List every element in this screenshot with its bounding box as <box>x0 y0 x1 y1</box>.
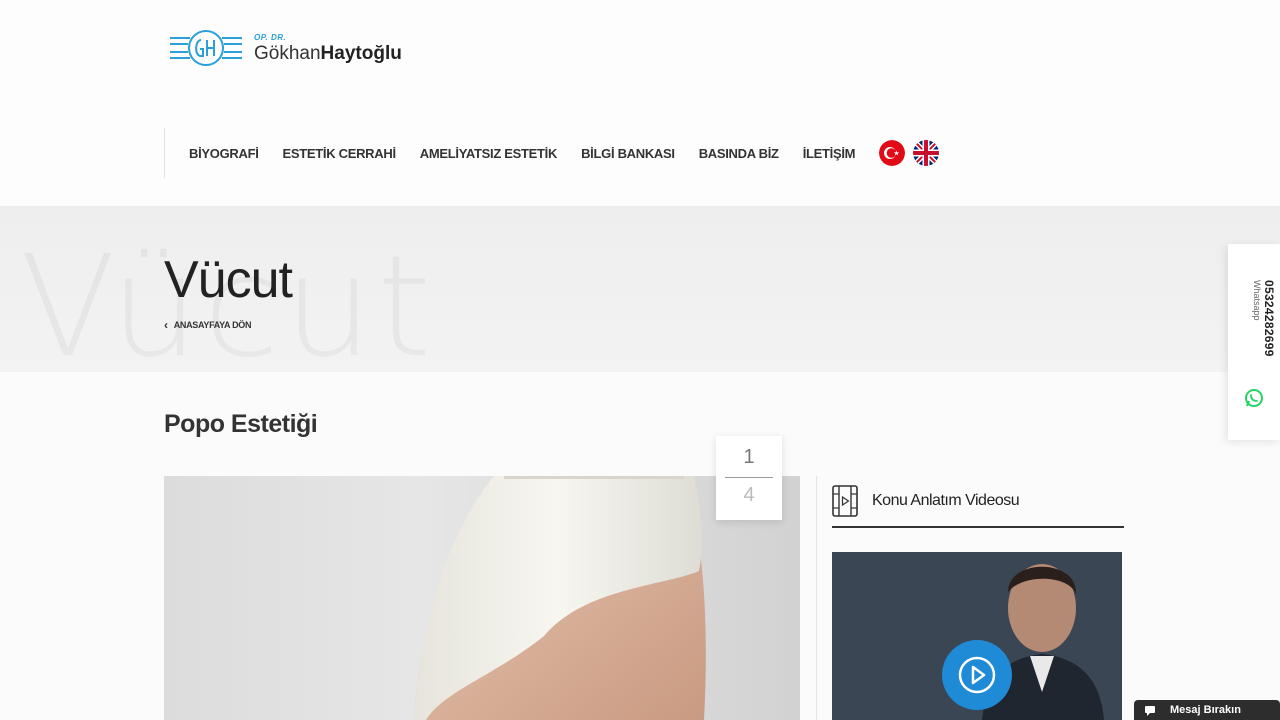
video-section-header: Konu Anlatım Videosu <box>832 476 1124 528</box>
message-icon <box>1145 706 1155 716</box>
leave-message-tab[interactable]: Mesaj Bırakın <box>1134 700 1280 720</box>
whatsapp-number: 05324282699 <box>1262 280 1276 357</box>
section-title: Popo Estetiği <box>164 410 318 438</box>
whatsapp-text: Whatsapp 05324282699 <box>1238 280 1276 390</box>
page-title: Vücut <box>164 251 293 309</box>
back-link-label: ANASAYFAYA DÖN <box>173 320 252 330</box>
uk-flag-icon[interactable] <box>913 140 940 166</box>
main-nav: BİYOGRAFİ ESTETİK CERRAHİ AMELİYATSIZ ES… <box>164 128 947 178</box>
nav-item-basinda-biz[interactable]: BASINDA BİZ <box>699 146 779 161</box>
slide-counter: 1 4 <box>716 436 782 520</box>
page-banner: Vücut Vücut ‹ ANASAYFAYA DÖN <box>0 206 1280 372</box>
whatsapp-label: Whatsapp <box>1252 280 1262 321</box>
nav-item-estetik-cerrahi[interactable]: ESTETİK CERRAHİ <box>283 146 397 161</box>
back-to-home-link[interactable]: ‹ ANASAYFAYA DÖN <box>164 318 252 332</box>
video-section-title: Konu Anlatım Videosu <box>872 492 1020 509</box>
chevron-left-icon: ‹ <box>164 318 168 332</box>
play-button[interactable] <box>942 640 1012 710</box>
site-logo[interactable]: OP. DR. GökhanHaytoğlu <box>168 24 402 72</box>
hero-image-illustration <box>414 476 706 720</box>
video-thumbnail[interactable] <box>832 552 1122 720</box>
sidebar-divider <box>816 476 817 720</box>
logo-last-name: Haytoğlu <box>320 42 402 64</box>
logo-monogram-icon <box>170 30 242 66</box>
logo-first-name: Gökhan <box>254 42 321 64</box>
film-icon <box>832 485 858 517</box>
leave-message-label: Mesaj Bırakın <box>1170 704 1241 716</box>
site-header: OP. DR. GökhanHaytoğlu BİYOGRAFİ ESTETİK… <box>0 0 1280 206</box>
whatsapp-contact-tab[interactable]: Whatsapp 05324282699 <box>1228 244 1280 440</box>
nav-item-iletisim[interactable]: İLETİŞİM <box>803 146 856 161</box>
play-icon <box>958 656 996 694</box>
nav-item-ameliyatsiz-estetik[interactable]: AMELİYATSIZ ESTETİK <box>420 146 558 161</box>
nav-item-bilgi-bankasi[interactable]: BİLGİ BANKASI <box>581 146 675 161</box>
logo-name: GökhanHaytoğlu <box>254 44 402 63</box>
logo-text: OP. DR. GökhanHaytoğlu <box>254 32 402 63</box>
nav-item-biyografi[interactable]: BİYOGRAFİ <box>189 146 259 161</box>
hero-image <box>164 476 800 720</box>
slide-current: 1 <box>743 446 755 468</box>
counter-divider <box>725 477 773 478</box>
slide-total: 4 <box>743 484 755 506</box>
logo-prefix: OP. DR. <box>254 32 287 42</box>
main-content: Popo Estetiği 1 4 Konu Anlatım Videosu <box>0 372 1280 720</box>
whatsapp-icon <box>1245 389 1263 407</box>
turkey-flag-icon[interactable] <box>879 140 906 166</box>
